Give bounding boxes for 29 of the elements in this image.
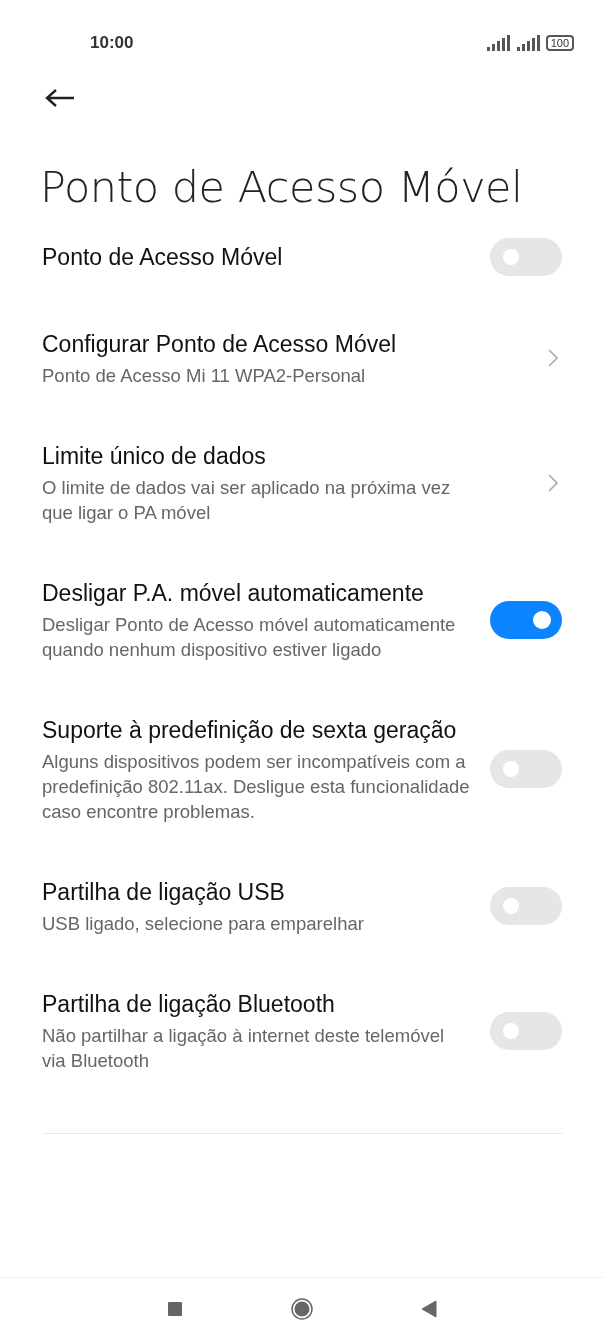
back-icon[interactable] [421, 1300, 437, 1318]
setting-description: Desligar Ponto de Acesso móvel automaticamente quando nenhum dispositivo estiver ligado [42, 613, 457, 662]
setting-title: Partilha de ligação USB [42, 878, 286, 907]
toggle-switch[interactable] [490, 238, 562, 276]
setting-title: Configurar Ponto de Acesso Móvel [42, 330, 398, 359]
home-icon[interactable] [291, 1298, 313, 1320]
setting-title: Partilha de ligação Bluetooth [42, 990, 336, 1019]
back-arrow-icon[interactable] [45, 88, 75, 108]
setting-description: Alguns dispositivos podem ser incompatíveis com a predefinição 802.11ax. Desligue esta funcionalidade caso encontre problemas. [42, 750, 470, 824]
chevron-icon[interactable] [548, 473, 558, 492]
signal-icon [515, 35, 540, 51]
toggle-switch[interactable] [490, 887, 562, 925]
setting-description: Ponto de Acesso Mi 11 WPA2-Personal [42, 364, 367, 388]
setting-title: Limite único de dados [42, 442, 267, 471]
setting-title: Ponto de Acesso Móvel [42, 243, 284, 272]
battery-indicator: 100 [545, 35, 574, 51]
toggle-switch[interactable] [490, 1011, 562, 1050]
setting-title: Desligar P.A. móvel automaticamente [42, 579, 425, 608]
page-title: Ponto de Acesso Móvel [40, 162, 524, 212]
toggle-switch[interactable] [490, 750, 562, 788]
status-time: 10:00 [90, 33, 134, 53]
chevron-icon[interactable] [548, 349, 558, 367]
setting-description: USB ligado, selecione para emparelhar [42, 912, 365, 936]
toggle-switch[interactable] [490, 600, 562, 639]
setting-title: Suporte à predefinição de sexta geração [42, 716, 458, 745]
signal-icon [485, 35, 510, 51]
recent-apps-icon[interactable] [167, 1301, 183, 1317]
setting-description: Não partilhar a ligação à internet deste telemóvel via Bluetooth [42, 1024, 446, 1073]
setting-description: O limite de dados vai ser aplicado na próxima vez que ligar o PA móvel [42, 476, 452, 525]
